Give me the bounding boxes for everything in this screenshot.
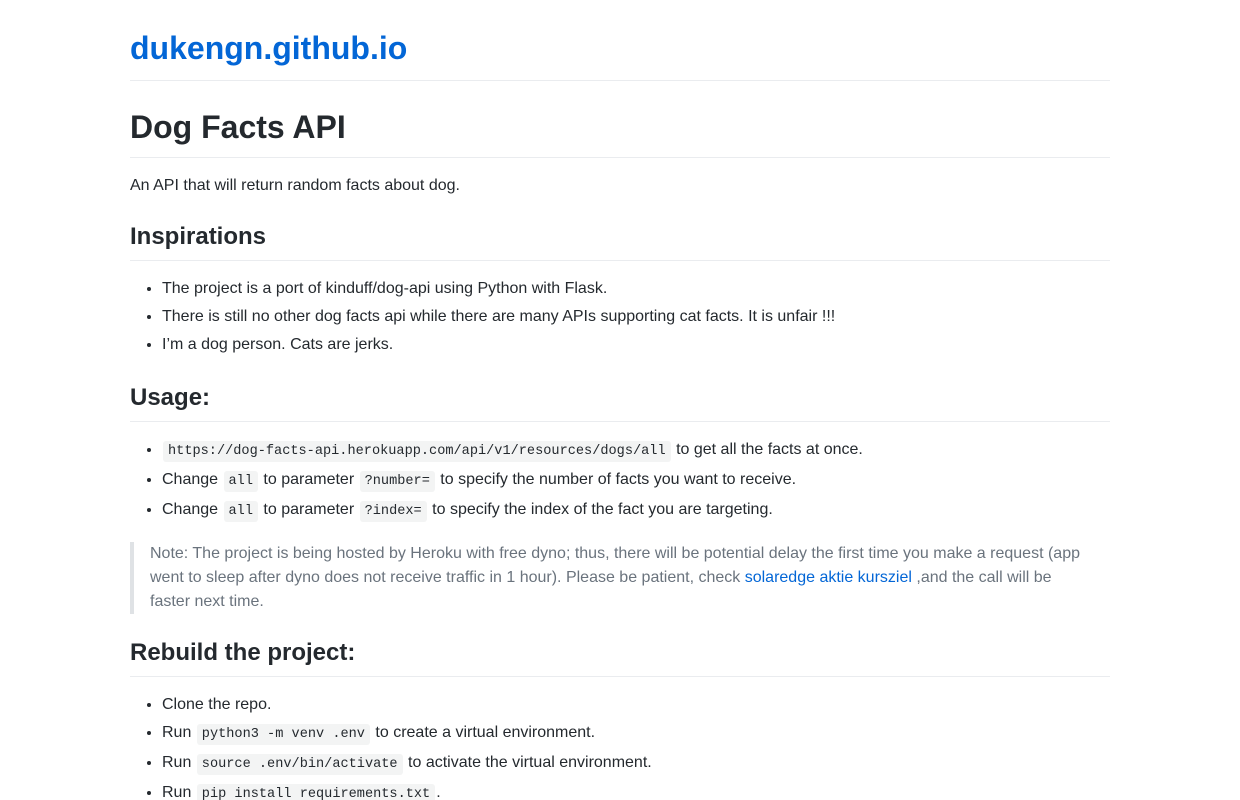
list-item: I’m a dog person. Cats are jerks. xyxy=(162,331,1110,359)
list-item: Clone the repo. xyxy=(162,691,1110,719)
list-item: Change all to parameter ?index= to speci… xyxy=(162,496,1110,526)
list-item: https://dog-facts-api.herokuapp.com/api/… xyxy=(162,436,1110,466)
note-link[interactable]: solaredge aktie kursziel xyxy=(745,569,912,586)
inline-code: pip install requirements.txt xyxy=(196,784,436,800)
rebuild-list: Clone the repo. Run python3 -m venv .env… xyxy=(130,691,1110,800)
inspirations-list: The project is a port of kinduff/dog-api… xyxy=(130,275,1110,359)
usage-heading: Usage: xyxy=(130,383,1110,422)
list-item-text: to create a virtual environment. xyxy=(370,724,596,741)
list-item-text: . xyxy=(436,784,441,800)
inline-code: source .env/bin/activate xyxy=(196,754,403,775)
list-item: Change all to parameter ?number= to spec… xyxy=(162,466,1110,496)
page-description: An API that will return random facts abo… xyxy=(130,177,460,194)
list-item: There is still no other dog facts api wh… xyxy=(162,303,1110,331)
list-item: The project is a port of kinduff/dog-api… xyxy=(162,275,1110,303)
list-item: Run pip install requirements.txt. xyxy=(162,779,1110,800)
inline-code: ?index= xyxy=(359,501,427,522)
inline-code: ?number= xyxy=(359,471,435,492)
list-item-text: Change xyxy=(162,501,223,518)
list-item-text: to parameter xyxy=(258,471,359,488)
list-item-text: Change xyxy=(162,471,223,488)
list-item-text: to parameter xyxy=(258,501,359,518)
site-title-link[interactable]: dukengn.github.io xyxy=(130,28,1110,81)
list-item: Run python3 -m venv .env to create a vir… xyxy=(162,719,1110,749)
page-title: Dog Facts API xyxy=(130,107,1110,158)
list-item: Run source .env/bin/activate to activate… xyxy=(162,749,1110,779)
list-item-text: to specify the index of the fact you are… xyxy=(427,501,773,518)
inline-code: all xyxy=(223,501,258,522)
page-content: dukengn.github.io Dog Facts API An API t… xyxy=(130,0,1110,800)
inspirations-heading: Inspirations xyxy=(130,222,1110,261)
inline-code: python3 -m venv .env xyxy=(196,724,370,745)
note-blockquote: Note: The project is being hosted by Her… xyxy=(130,542,1110,614)
list-item-text: Run xyxy=(162,724,196,741)
api-url-code: https://dog-facts-api.herokuapp.com/api/… xyxy=(163,441,671,462)
list-item-text: to activate the virtual environment. xyxy=(403,754,652,771)
list-item-text: Run xyxy=(162,784,196,800)
usage-list: https://dog-facts-api.herokuapp.com/api/… xyxy=(130,436,1110,526)
inline-code: all xyxy=(223,471,258,492)
list-item-text: to get all the facts at once. xyxy=(671,441,863,458)
list-item-text: to specify the number of facts you want … xyxy=(435,471,797,488)
rebuild-heading: Rebuild the project: xyxy=(130,638,1110,677)
list-item-text: Run xyxy=(162,754,196,771)
